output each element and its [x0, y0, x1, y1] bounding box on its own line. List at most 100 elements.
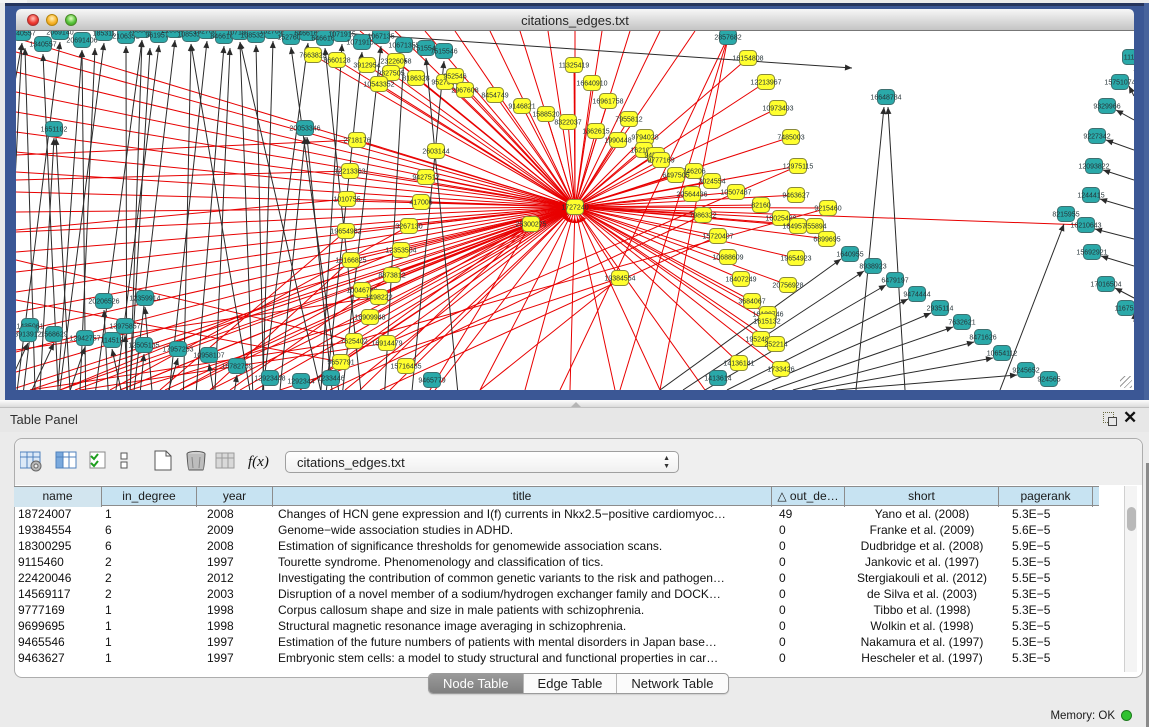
svg-text:2069140: 2069140: [46, 31, 73, 37]
svg-text:252214: 252214: [764, 342, 787, 349]
svg-text:12975115: 12975115: [783, 164, 814, 171]
svg-text:755894: 755894: [803, 224, 826, 231]
svg-text:20564436: 20564436: [676, 192, 707, 199]
svg-text:19384554: 19384554: [604, 276, 635, 283]
svg-text:12093822: 12093822: [1078, 164, 1109, 171]
svg-text:10688609: 10688609: [712, 255, 743, 262]
svg-text:8471626: 8471626: [969, 335, 996, 342]
svg-text:417006: 417006: [409, 200, 432, 207]
svg-text:16154808: 16154808: [732, 56, 763, 63]
svg-text:7955812: 7955812: [615, 117, 642, 124]
svg-text:1340557: 1340557: [16, 31, 36, 38]
svg-text:7986322: 7986322: [689, 213, 716, 220]
svg-text:12359914: 12359914: [129, 296, 160, 303]
svg-text:7632621: 7632621: [948, 320, 975, 327]
svg-text:11325419: 11325419: [559, 63, 590, 70]
svg-text:19654982: 19654982: [330, 229, 361, 236]
svg-text:20756928: 20756928: [772, 283, 803, 290]
svg-text:1568629: 1568629: [40, 332, 67, 339]
svg-text:23226058: 23226058: [380, 59, 411, 66]
svg-text:15751074: 15751074: [1104, 80, 1134, 87]
svg-text:1067135: 1067135: [367, 34, 394, 41]
svg-text:3267130: 3267130: [395, 224, 422, 231]
svg-text:3684067: 3684067: [738, 299, 765, 306]
svg-text:10543352: 10543352: [363, 82, 394, 89]
svg-text:1640955: 1640955: [836, 252, 863, 259]
svg-text:2967608: 2967608: [451, 88, 478, 95]
svg-text:17016504: 17016504: [1090, 282, 1121, 289]
svg-text:8215955: 8215955: [1052, 212, 1079, 219]
svg-text:1588520: 1588520: [532, 112, 559, 119]
svg-text:16782759: 16782759: [221, 364, 252, 371]
svg-text:1615132: 1615132: [753, 319, 780, 326]
svg-text:9657791: 9657791: [327, 360, 354, 367]
svg-text:f(x): f(x): [248, 454, 269, 470]
svg-text:9777169: 9777169: [647, 158, 674, 165]
svg-text:10973493: 10973493: [762, 106, 793, 113]
svg-text:12213967: 12213967: [750, 80, 781, 87]
svg-text:15692921: 15692921: [1076, 250, 1107, 257]
svg-text:19654923: 19654923: [780, 256, 811, 263]
svg-text:1117: 1117: [1124, 55, 1134, 62]
svg-text:9465779: 9465779: [418, 378, 445, 385]
svg-text:10654112: 10654112: [987, 351, 1018, 358]
svg-text:12942757: 12942757: [69, 336, 100, 343]
svg-text:20053346: 20053346: [289, 126, 320, 133]
svg-text:20206526: 20206526: [88, 299, 119, 306]
svg-text:16914479: 16914479: [371, 341, 402, 348]
svg-text:13975857: 13975857: [109, 324, 140, 331]
svg-text:8873812: 8873812: [378, 273, 405, 280]
svg-text:1244415: 1244415: [1077, 193, 1104, 200]
svg-text:16640910: 16640910: [576, 81, 607, 88]
svg-text:2718176: 2718176: [343, 138, 370, 145]
svg-text:15716485: 15716485: [390, 364, 421, 371]
svg-text:9474444: 9474444: [903, 292, 930, 299]
svg-text:1990448: 1990448: [604, 138, 631, 145]
svg-text:116753: 116753: [1115, 306, 1134, 313]
svg-text:6899695: 6899695: [813, 237, 840, 244]
svg-text:1727240: 1727240: [561, 205, 588, 212]
svg-text:15720407: 15720407: [702, 234, 733, 241]
svg-text:82160: 82160: [751, 203, 771, 210]
svg-text:19166825: 19166825: [335, 258, 366, 265]
svg-text:1071915: 1071915: [328, 32, 355, 39]
svg-text:7485003: 7485003: [777, 135, 804, 142]
svg-text:6479197: 6479197: [881, 278, 908, 285]
svg-text:14136141: 14136141: [723, 361, 754, 368]
svg-text:952546: 952546: [443, 74, 466, 81]
svg-text:16648784: 16648784: [870, 95, 901, 102]
svg-text:16961758: 16961758: [592, 99, 623, 106]
svg-text:9463627: 9463627: [782, 193, 809, 200]
svg-text:3912954: 3912954: [353, 63, 380, 70]
svg-text:10958107: 10958107: [193, 353, 224, 360]
svg-text:114519: 114519: [101, 338, 124, 345]
svg-text:1733426: 1733426: [767, 367, 794, 374]
svg-text:1010755: 1010755: [333, 197, 360, 204]
svg-text:9227342: 9227342: [1083, 134, 1110, 141]
svg-text:8186328: 8186328: [402, 76, 429, 83]
svg-text:9427512: 9427512: [412, 175, 439, 182]
svg-text:18407249: 18407249: [725, 277, 756, 284]
svg-text:8454749: 8454749: [481, 93, 508, 100]
svg-text:9146821: 9146821: [508, 104, 535, 111]
svg-text:2935114: 2935114: [927, 306, 954, 313]
svg-text:20691406: 20691406: [66, 38, 97, 45]
svg-text:7515546: 7515546: [430, 49, 457, 56]
svg-text:1233446: 1233446: [317, 376, 344, 383]
svg-text:16210643: 16210643: [1070, 223, 1101, 230]
svg-text:25300275: 25300275: [515, 222, 546, 229]
svg-text:12505135: 12505135: [128, 343, 159, 350]
svg-text:12923448: 12923448: [254, 376, 285, 383]
svg-text:8938923: 8938923: [859, 264, 886, 271]
svg-text:1340557: 1340557: [29, 42, 56, 49]
svg-text:9329966: 9329966: [1093, 104, 1120, 111]
svg-text:1362615: 1362615: [582, 129, 609, 136]
svg-text:8322037: 8322037: [554, 120, 581, 127]
svg-text:9245652: 9245652: [1012, 368, 1039, 375]
svg-text:1498222: 1498222: [365, 295, 392, 302]
svg-text:1413614: 1413614: [704, 376, 731, 383]
svg-text:10507487: 10507487: [720, 190, 751, 197]
svg-text:3913912: 3913912: [16, 332, 42, 339]
svg-text:2603144: 2603144: [422, 149, 449, 156]
svg-text:7625402: 7625402: [340, 339, 367, 346]
